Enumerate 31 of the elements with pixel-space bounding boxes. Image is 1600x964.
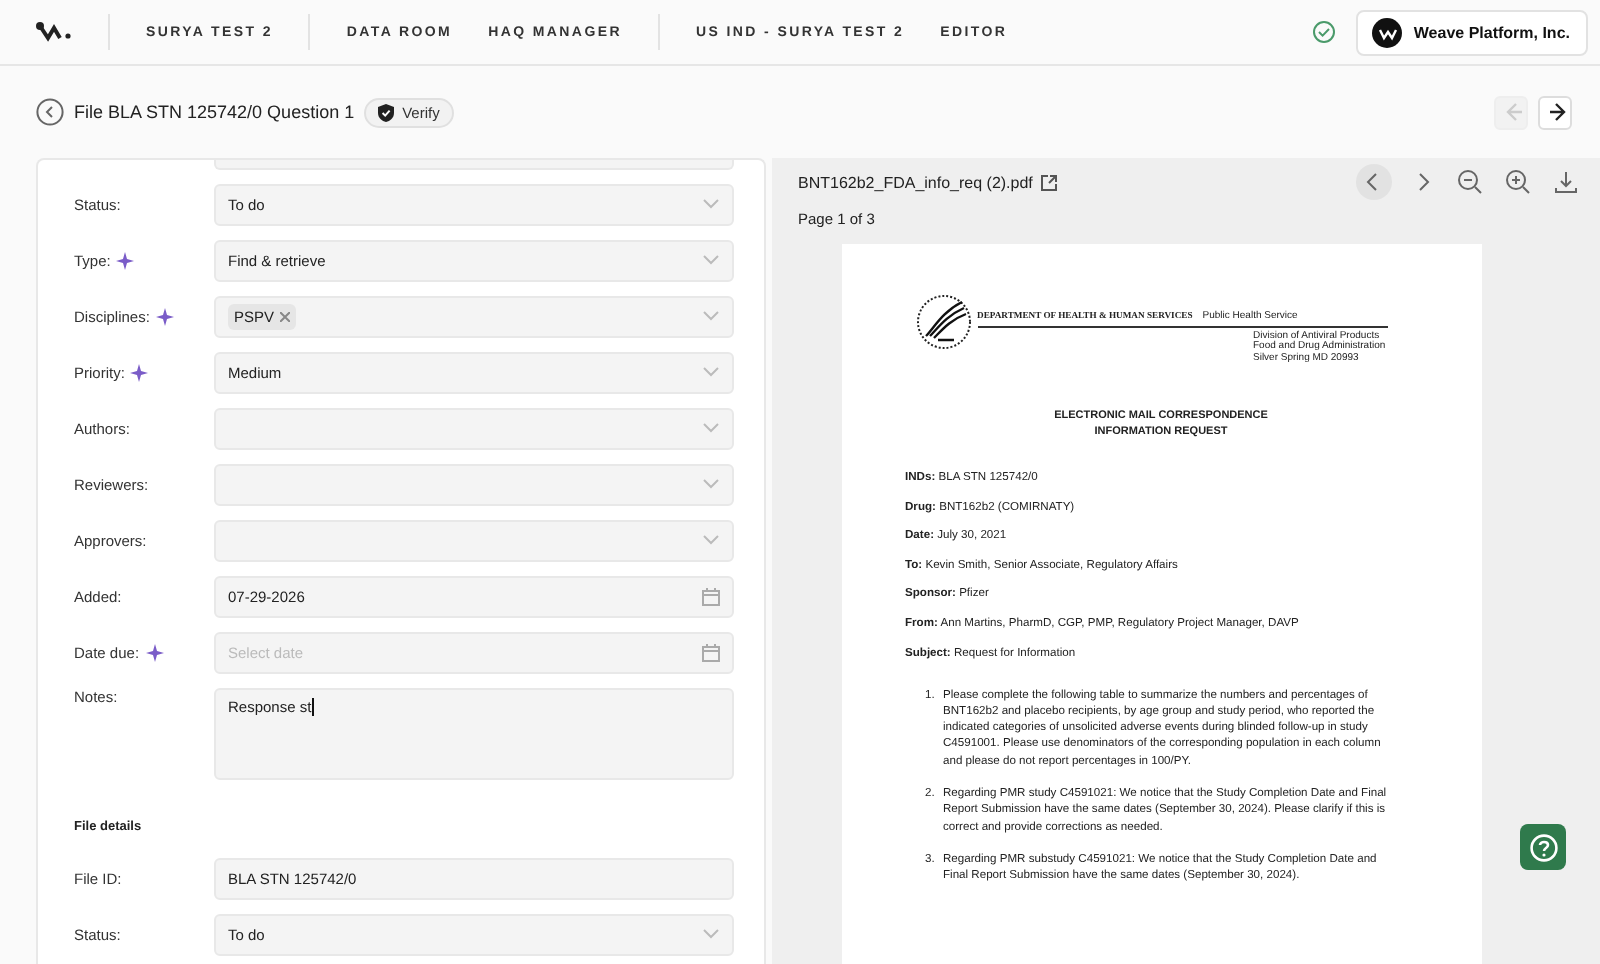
chevron-down-icon (702, 254, 720, 266)
chevron-down-icon (702, 422, 720, 434)
calendar-icon (702, 643, 720, 661)
select-field[interactable] (214, 519, 734, 561)
help-button[interactable] (1520, 824, 1566, 870)
previous-page-button[interactable] (1356, 164, 1392, 200)
next-button[interactable] (1538, 95, 1572, 129)
page-title: File BLA STN 125742/0 Question 1 (74, 102, 355, 122)
chevron-down-icon (702, 534, 720, 546)
organization-button[interactable]: Weave Platform, Inc. (1355, 9, 1588, 55)
shield-icon (378, 103, 395, 121)
close-icon (280, 311, 291, 321)
calendar-icon (702, 587, 720, 605)
chevron-down-icon (702, 928, 720, 940)
chevron-down-icon (702, 198, 720, 210)
zoom-in-icon (1504, 168, 1532, 196)
chevron-down-icon (702, 310, 720, 322)
external-link-icon (1040, 173, 1059, 191)
select-field[interactable] (214, 463, 734, 505)
select-field[interactable] (214, 407, 734, 449)
chevron-left-icon (36, 98, 64, 126)
chevron-down-icon (702, 366, 720, 378)
download-icon (1552, 168, 1580, 196)
chevron-down-icon (702, 478, 720, 490)
zoom-out-icon (1456, 168, 1484, 196)
eagle-seal-drawing (913, 292, 973, 352)
org-logo-icon (1371, 17, 1402, 47)
logo-icon (36, 20, 72, 44)
help-icon (1529, 833, 1557, 861)
back-button[interactable] (36, 98, 64, 126)
file-name: BNT162b2_FDA_info_req (2).pdf (798, 173, 1033, 191)
